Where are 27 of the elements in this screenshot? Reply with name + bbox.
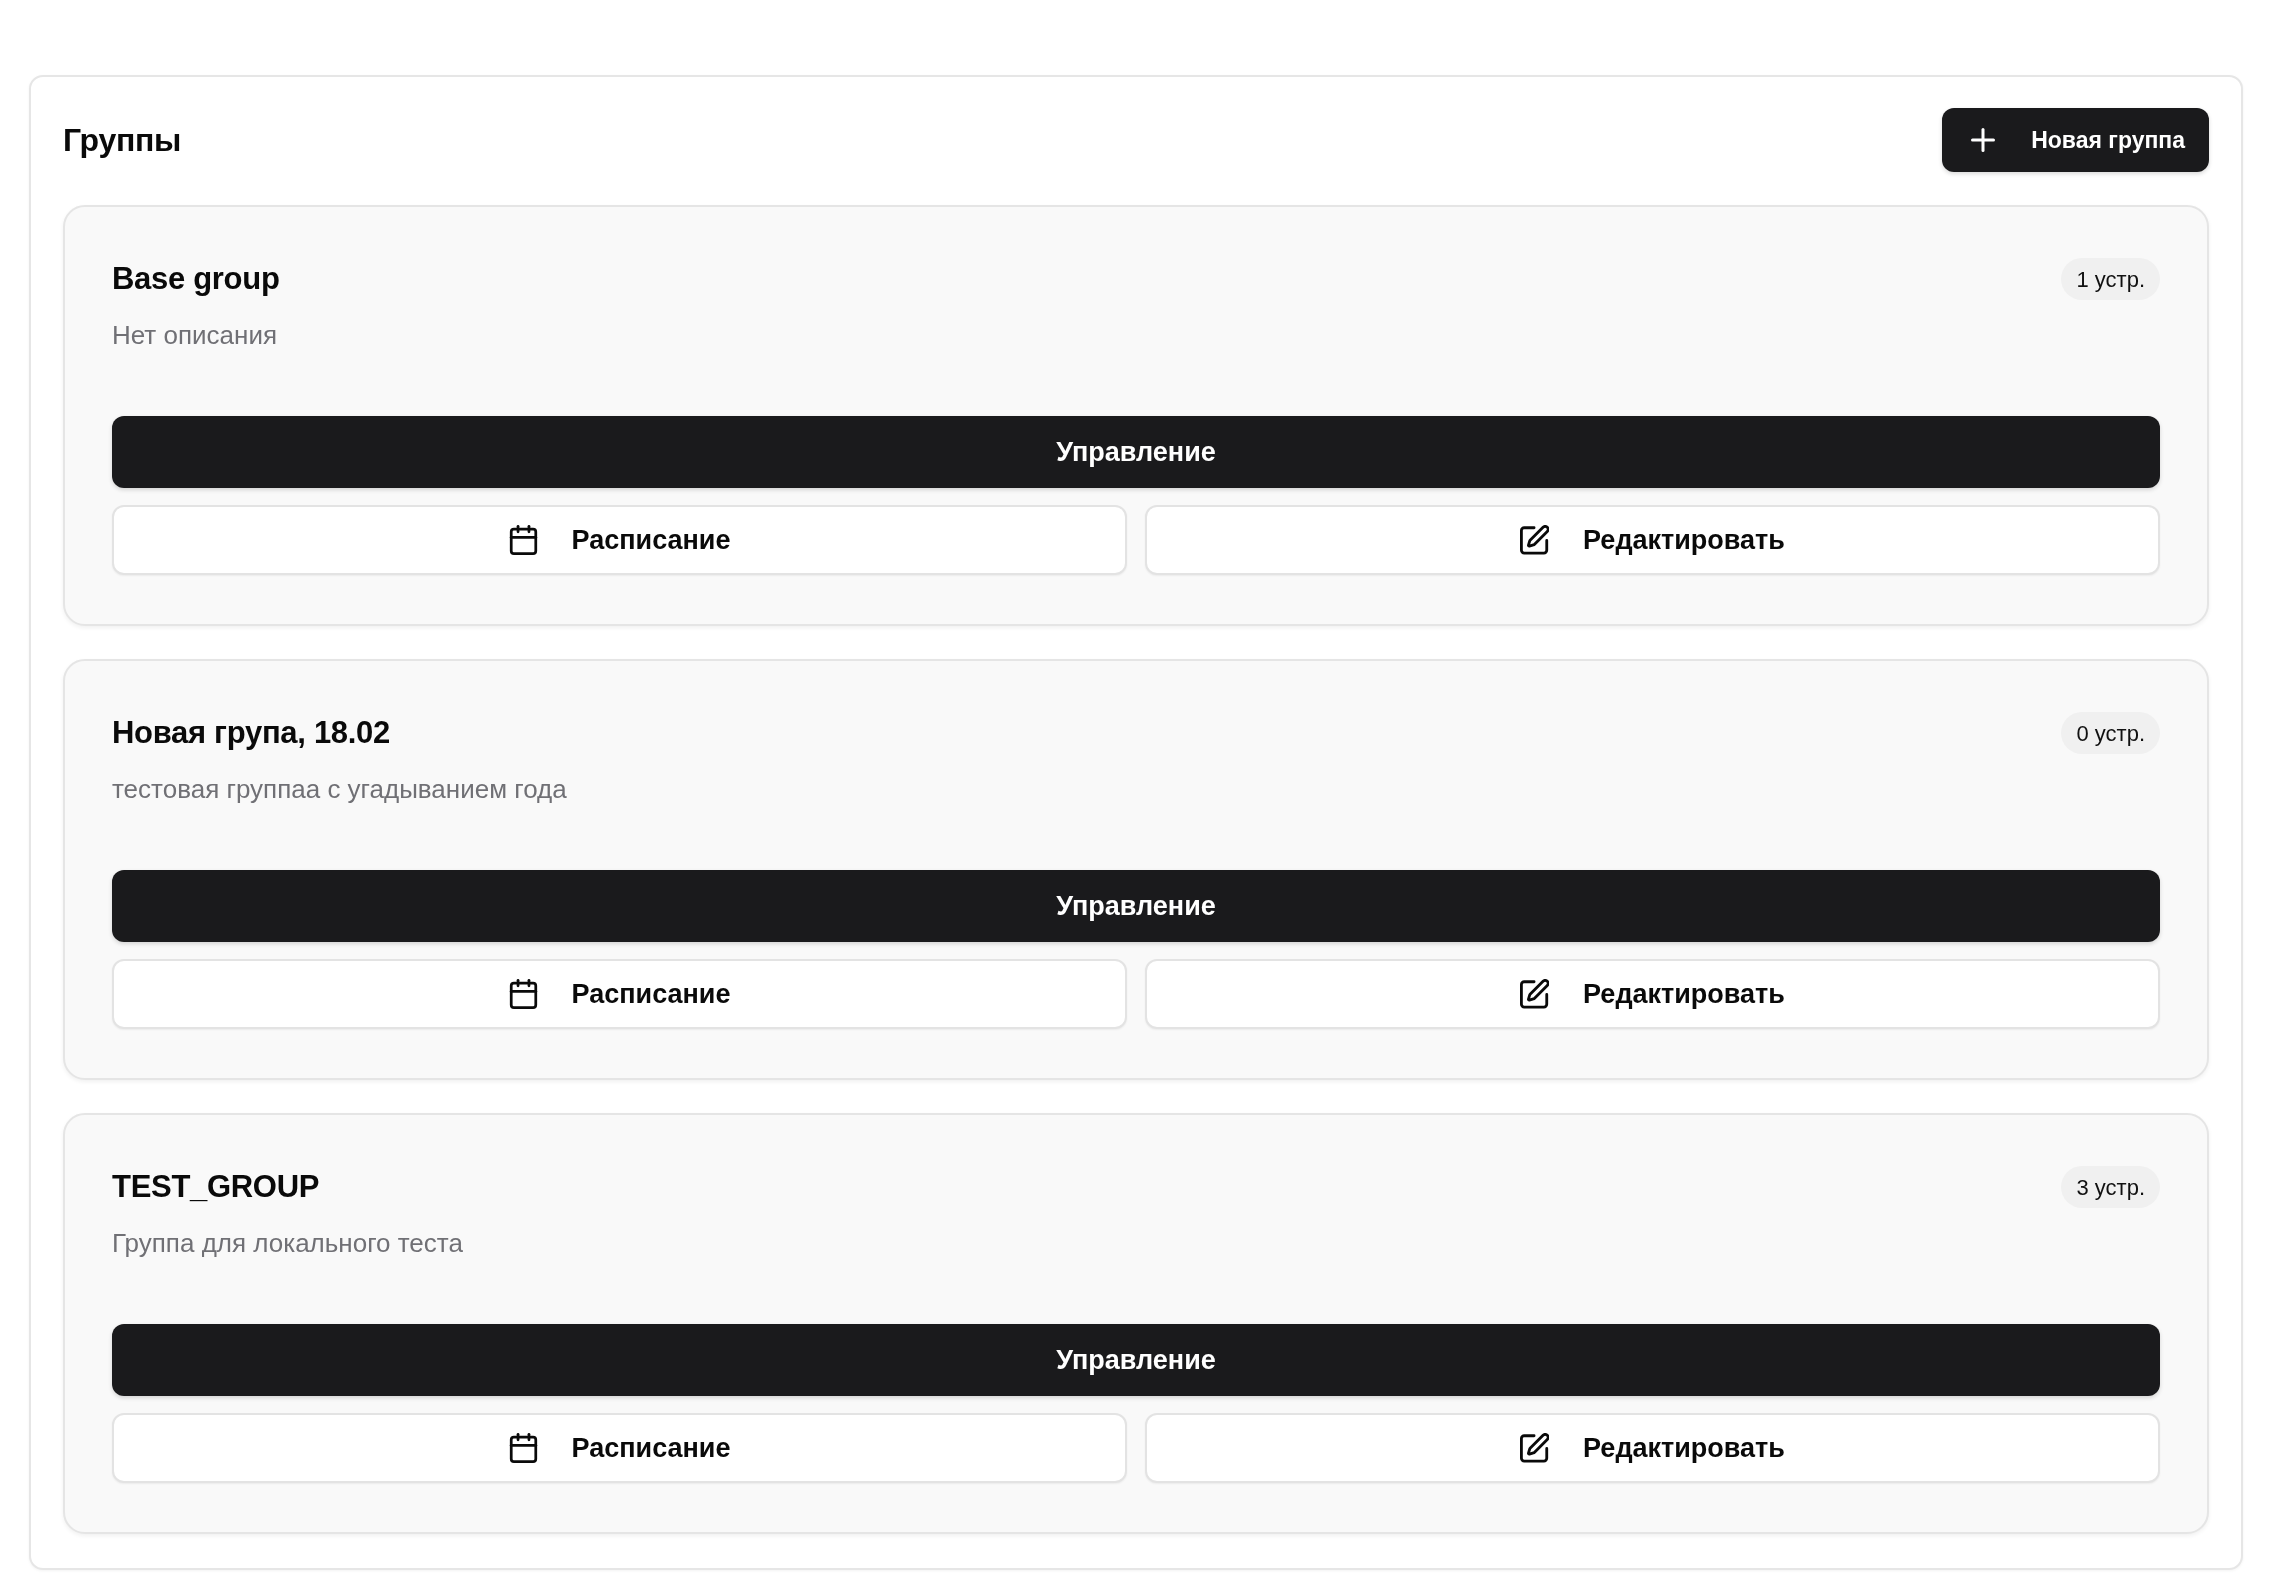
pencil-icon xyxy=(1520,1433,1550,1463)
group-description: Группа для локального теста xyxy=(112,1227,464,1260)
pencil-icon xyxy=(1520,525,1550,555)
edit-button[interactable]: Редактировать xyxy=(1145,505,2160,575)
pencil-icon xyxy=(1520,979,1550,1009)
group-name: Base group xyxy=(112,260,280,298)
manage-button[interactable]: Управление xyxy=(112,1324,2160,1396)
group-name: TEST_GROUP xyxy=(112,1168,320,1206)
group-name: Новая група, 18.02 xyxy=(112,714,390,752)
plus-icon xyxy=(1971,128,1996,152)
calendar-icon xyxy=(508,979,538,1009)
device-count: 1 устр. xyxy=(2061,258,2160,300)
new-group-button[interactable]: Новая группа xyxy=(1942,108,2209,172)
page-title: Группы xyxy=(63,120,182,160)
calendar-icon xyxy=(508,525,538,555)
edit-button[interactable]: Редактировать xyxy=(1145,959,2160,1029)
manage-button[interactable]: Управление xyxy=(112,416,2160,488)
device-count: 0 устр. xyxy=(2061,712,2160,754)
schedule-button[interactable]: Расписание xyxy=(112,1413,1127,1483)
group-description: тестовая группаа с угадыванием года xyxy=(112,773,568,806)
calendar-icon xyxy=(508,1433,538,1463)
schedule-button[interactable]: Расписание xyxy=(112,959,1127,1029)
edit-button[interactable]: Редактировать xyxy=(1145,1413,2160,1483)
device-count: 3 устр. xyxy=(2061,1166,2160,1208)
group-description: Нет описания xyxy=(112,319,278,352)
manage-button[interactable]: Управление xyxy=(112,870,2160,942)
schedule-button[interactable]: Расписание xyxy=(112,505,1127,575)
